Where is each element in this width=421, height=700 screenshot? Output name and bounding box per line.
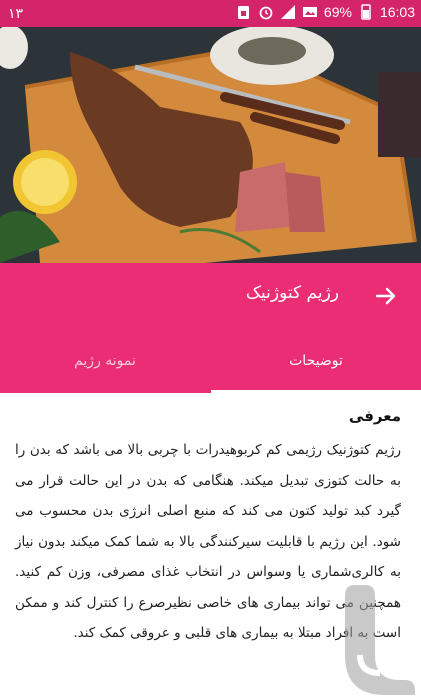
battery-level: 69%: [323, 4, 352, 20]
tab-sample-diet-label: نمونه رژیم: [74, 353, 136, 369]
section-heading: معرفی: [348, 407, 401, 425]
store-logo-icon: [325, 585, 415, 695]
alarm-icon: [258, 4, 274, 20]
page-title: رژیم کتوژنیک: [245, 283, 339, 303]
image-icon: [302, 4, 318, 20]
hero-image: [0, 27, 421, 263]
sim-icon: [236, 4, 252, 20]
signal-icon: [280, 4, 296, 20]
clock: 16:03: [379, 4, 415, 20]
notification-count: ١٣: [8, 5, 24, 21]
content-area[interactable]: معرفی رژیم کتوژنیک رژیمی کم کربوهیدرات ب…: [0, 393, 421, 700]
tab-sample-diet[interactable]: نمونه رژیم: [0, 348, 210, 393]
status-bar: ١٣ 69% 16:03: [0, 0, 421, 27]
arrow-right-icon[interactable]: [373, 283, 399, 309]
tab-description-label: توضیحات: [289, 353, 343, 369]
tab-description[interactable]: توضیحات: [211, 348, 421, 393]
battery-icon: [358, 4, 374, 20]
app-bar: رژیم کتوژنیک توضیحات نمونه رژیم: [0, 263, 421, 393]
